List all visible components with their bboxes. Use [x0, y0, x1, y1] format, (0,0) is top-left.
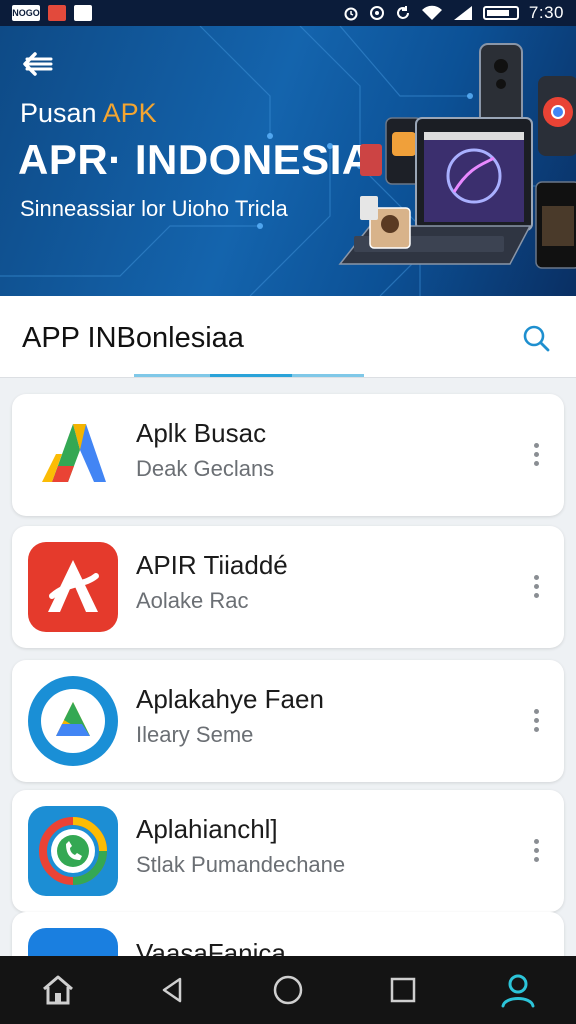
- app-name: Aplahianchl]: [136, 814, 278, 844]
- back-button[interactable]: [18, 44, 58, 84]
- more-options-icon[interactable]: [522, 566, 550, 606]
- home-icon: [42, 975, 73, 1005]
- tab-indicator: [134, 374, 210, 377]
- nav-profile-button[interactable]: [490, 962, 546, 1018]
- tab-indicator: [292, 374, 364, 377]
- banner-subtitle-prefix: Pusan: [20, 98, 103, 128]
- banner-subtitle: Pusan APK: [20, 98, 157, 129]
- list-item[interactable]: Aplahianchl] Stlak Pumandechane: [12, 790, 564, 912]
- banner-subtitle-accent: APK: [102, 98, 157, 128]
- app-name: Aplk Busac: [136, 418, 267, 448]
- list-item[interactable]: Aplakahye Faen Ileary Seme: [12, 660, 564, 782]
- signal-icon: [453, 6, 472, 20]
- hero-banner: Pusan APK APR· INDONESIA Sinneassiar lor…: [0, 26, 576, 296]
- recents-icon: [390, 977, 416, 1003]
- blue-circle-triangle-icon: [28, 676, 118, 766]
- list-item[interactable]: APIR Tiiaddé Aolake Rac: [12, 526, 564, 648]
- alarm-icon: [344, 7, 358, 21]
- search-icon: [523, 325, 550, 352]
- search-button[interactable]: [516, 318, 556, 358]
- back-arrow-icon: [23, 52, 53, 76]
- app-name: APIR Tiiaddé: [136, 550, 288, 580]
- notification-icon: NOGO: [12, 5, 40, 21]
- status-bar: NOGO 7:30: [0, 0, 576, 26]
- app-description: Ileary Seme: [136, 722, 254, 747]
- tab-indicator-active: [210, 374, 292, 377]
- app-name: Aplakahye Faen: [136, 684, 324, 714]
- nav-back-button[interactable]: [145, 962, 201, 1018]
- devices-illustration: [338, 43, 576, 269]
- app-header: APP INBonlesiaa: [0, 296, 576, 378]
- phone-chat-icon: [28, 806, 118, 896]
- battery-icon: [482, 6, 519, 20]
- banner-tagline: Sinneassiar lor Uioho Tricla: [20, 196, 288, 221]
- red-a-logo-icon: [28, 542, 118, 632]
- back-icon: [162, 977, 182, 1003]
- list-item[interactable]: Aplk Busac Deak Geclans: [12, 394, 564, 516]
- more-options-icon[interactable]: [522, 700, 550, 740]
- nav-recents-button[interactable]: [375, 962, 431, 1018]
- app-icon: [48, 5, 66, 21]
- more-options-icon[interactable]: [522, 434, 550, 474]
- home-circle-icon: [273, 975, 303, 1005]
- profile-icon: [501, 974, 535, 1008]
- app-description: Deak Geclans: [136, 456, 275, 481]
- wifi-icon: [421, 5, 442, 20]
- triangle-logo-icon: [28, 410, 118, 500]
- clock: 7:30: [528, 3, 564, 22]
- sync-icon: [396, 6, 409, 19]
- more-options-icon[interactable]: [522, 830, 550, 870]
- app-description: Aolake Rac: [136, 588, 249, 613]
- banner-title: APR· INDONESIA: [18, 136, 373, 183]
- nav-home-circle-button[interactable]: [260, 962, 316, 1018]
- nav-home-button[interactable]: [30, 962, 86, 1018]
- timer-icon: [369, 6, 384, 20]
- page-title: APP INBonlesiaa: [22, 322, 244, 354]
- shield-icon: [74, 5, 92, 21]
- app-description: Stlak Pumandechane: [136, 852, 346, 877]
- bottom-navigation: [0, 956, 576, 1024]
